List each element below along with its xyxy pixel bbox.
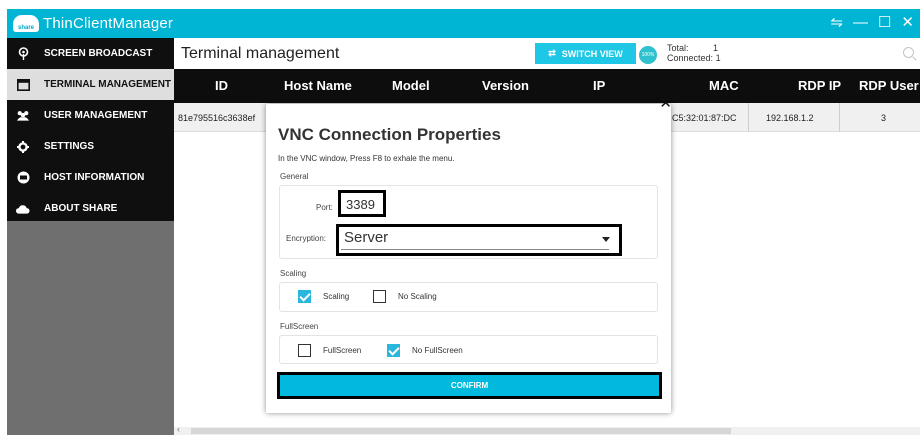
scroll-left-icon[interactable]: ‹ [177,424,180,434]
encryption-label: Encryption: [286,234,327,243]
scaling-section-label: Scaling [280,269,307,278]
maximize-button[interactable]: ☐ [878,13,891,33]
users-icon [16,109,30,123]
cell-rdp-ip: 192.168.1.2 [766,113,814,123]
search-icon[interactable] [903,47,914,58]
cell-rdp-user: 3 [881,113,887,123]
sidebar-item-host-information[interactable]: HOST INFORMATION [7,162,174,193]
no-scaling-option-label: No Scaling [398,292,437,301]
close-icon[interactable]: ✕ [659,94,672,112]
cloud-icon [16,202,30,216]
encryption-select[interactable]: Server [336,224,622,256]
horizontal-scrollbar[interactable]: ‹ [174,424,920,435]
encryption-value: Server [344,229,389,246]
gear-icon [16,140,30,154]
page-title: Terminal management [181,45,340,62]
fullscreen-option-label: FullScreen [323,346,362,355]
switch-icon: ⇄ [548,48,556,58]
app-window: share ThinClientManager ⇋ — ☐ ✕ SCREEN B… [0,0,920,435]
minimize-button[interactable]: — [853,13,868,33]
total-label: Total: [667,43,689,53]
no-fullscreen-checkbox[interactable] [387,344,400,357]
sidebar-item-label: TERMINAL MANAGEMENT [44,79,172,90]
column-header-rdp-user[interactable]: RDP User [859,78,919,93]
sidebar-item-user-management[interactable]: USER MANAGEMENT [7,100,174,131]
terminal-counts: Total: 1 Connected: 1 [667,43,721,63]
network-icon[interactable]: ⇋ [830,13,843,33]
column-header-host-name[interactable]: Host Name [284,78,352,93]
column-header-version[interactable]: Version [482,78,529,93]
close-window-button[interactable]: ✕ [901,13,914,33]
chevron-down-icon [602,237,610,242]
scrollbar-thumb[interactable] [191,428,731,434]
fullscreen-section-label: FullScreen [280,322,319,331]
terminal-icon [16,78,30,92]
broadcast-icon [16,47,30,61]
status-badge: 100% [639,46,657,64]
sidebar-item-settings[interactable]: SETTINGS [7,131,174,162]
window-controls: ⇋ — ☐ ✕ [830,13,914,33]
column-header-rdp-ip[interactable]: RDP IP [798,78,841,93]
host-icon [16,171,30,185]
fullscreen-option[interactable]: FullScreen [298,344,361,357]
port-field[interactable]: 3389 [338,190,386,217]
sidebar-item-label: SETTINGS [44,141,95,152]
window-top-edge [7,0,920,9]
switch-view-button[interactable]: ⇄ SWITCH VIEW [535,43,636,64]
column-header-id[interactable]: ID [215,78,228,93]
connected-value: 1 [715,53,721,63]
total-value: 1 [713,43,719,53]
share-logo-icon: share [13,15,39,32]
cell-divider [839,103,840,132]
switch-view-label: SWITCH VIEW [561,48,623,59]
general-section-label: General [280,172,309,181]
dialog-hint: In the VNC window, Press F8 to exhale th… [278,154,455,163]
main-header: Terminal management ⇄ SWITCH VIEW 100% T… [174,38,920,69]
confirm-button[interactable]: CONFIRM [277,372,662,399]
cell-id: 81e795516c3638ef [178,113,256,123]
sidebar-item-screen-broadcast[interactable]: SCREEN BROADCAST [7,38,174,69]
app-title: ThinClientManager [43,15,174,32]
sidebar-item-about-share[interactable]: ABOUT SHARE [7,193,174,224]
scaling-option[interactable]: Scaling [298,290,349,303]
dialog-title: VNC Connection Properties [278,125,501,144]
table-header: ID Host Name Model Version IP MAC RDP IP… [174,69,920,103]
sidebar-item-label: USER MANAGEMENT [44,110,148,121]
fullscreen-checkbox[interactable] [298,344,311,357]
sidebar-item-label: ABOUT SHARE [44,203,118,214]
title-bar: share ThinClientManager ⇋ — ☐ ✕ [7,0,920,38]
select-underline [341,249,609,250]
column-header-model[interactable]: Model [392,78,430,93]
no-fullscreen-option-label: No FullScreen [412,346,463,355]
scaling-option-label: Scaling [323,292,350,301]
sidebar-item-label: HOST INFORMATION [44,172,145,183]
scaling-checkbox[interactable] [298,290,311,303]
sidebar-item-label: SCREEN BROADCAST [44,48,153,59]
no-scaling-option[interactable]: No Scaling [373,290,437,303]
vnc-connection-dialog: ✕ VNC Connection Properties In the VNC w… [266,95,672,413]
sidebar: SCREEN BROADCAST TERMINAL MANAGEMENT USE… [7,38,174,435]
port-label: Port: [316,203,333,212]
column-header-ip[interactable]: IP [593,78,605,93]
column-header-mac[interactable]: MAC [709,78,739,93]
cell-divider [748,103,749,132]
sidebar-item-terminal-management[interactable]: TERMINAL MANAGEMENT [7,69,174,100]
no-scaling-checkbox[interactable] [373,290,386,303]
sidebar-menu: SCREEN BROADCAST TERMINAL MANAGEMENT USE… [7,38,174,221]
cell-mac: C5:32:01:87:DC [672,113,737,123]
no-fullscreen-option[interactable]: No FullScreen [387,344,463,357]
connected-label: Connected: [667,53,714,63]
